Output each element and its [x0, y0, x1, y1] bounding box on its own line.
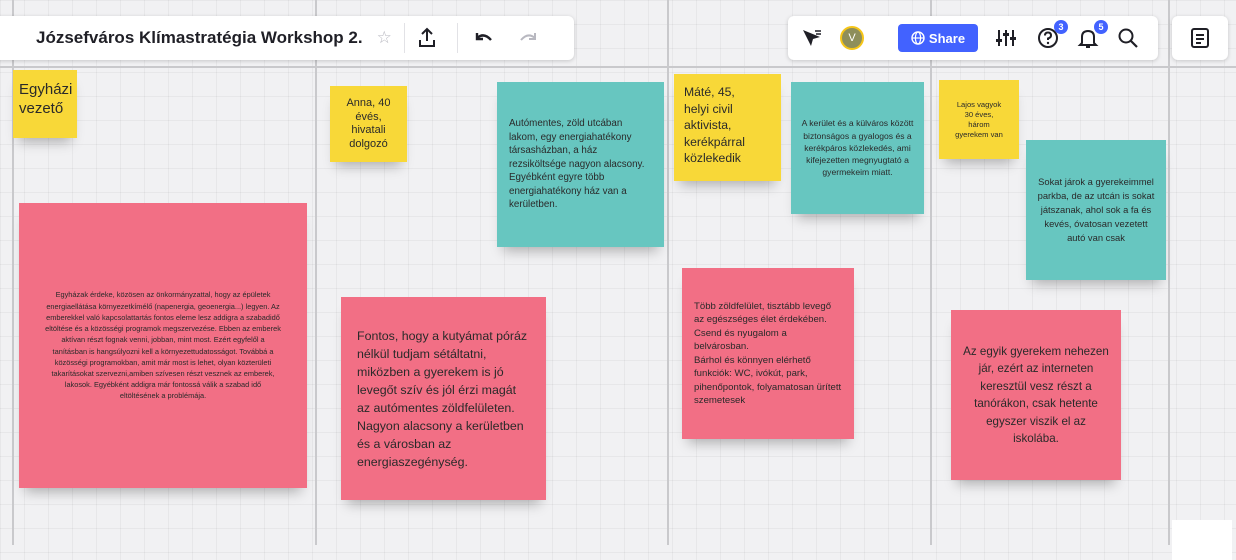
help-badge: 3: [1054, 20, 1068, 34]
sticky-note-anna[interactable]: Anna, 40 évés, hivatali dolgozó: [330, 86, 407, 162]
sticky-note-churches-text: Egyházak érdeke, közösen az önkormányzat…: [45, 290, 281, 401]
sticky-note-anna-text: Anna, 40 évés, hivatali dolgozó: [346, 97, 391, 150]
frame-divider-5: [1168, 0, 1170, 545]
sticky-note-church-leader[interactable]: Egyházi vezető: [13, 70, 77, 138]
board-title[interactable]: Józsefváros Klímastratégia Workshop 2.: [36, 28, 363, 48]
star-icon[interactable]: ☆: [377, 28, 392, 48]
sticky-note-lajos-text: Lajos vagyok 30 éves, három gyerekem van: [955, 99, 1003, 139]
sticky-note-churches[interactable]: Egyházak érdeke, közösen az önkormányzat…: [19, 203, 307, 488]
toolbar-separator: [456, 23, 458, 53]
sticky-note-car-free-text: Autómentes, zöld utcában lakom, egy ener…: [509, 117, 645, 211]
sticky-note-mate[interactable]: Máté, 45, helyi civil aktivista, kerékpá…: [674, 74, 781, 181]
search-icon[interactable]: [1116, 26, 1140, 50]
frame-top-border: [0, 66, 1236, 68]
help-icon[interactable]: 3: [1036, 20, 1068, 50]
sticky-note-child-school[interactable]: Az egyik gyerekem nehezen jár, ezért az …: [951, 310, 1121, 480]
user-avatar[interactable]: V: [840, 26, 864, 50]
right-panel-edge: [1172, 520, 1232, 560]
sticky-note-park-text: Sokat járok a gyerekeimmel parkba, de az…: [1037, 176, 1155, 243]
sticky-note-car-free[interactable]: Autómentes, zöld utcában lakom, egy ener…: [497, 82, 664, 247]
redo-icon[interactable]: [506, 16, 550, 60]
share-label: Share: [928, 30, 966, 46]
board-header-toolbar: Józsefváros Klímastratégia Workshop 2. ☆: [0, 16, 574, 60]
settings-sliders-icon[interactable]: [994, 28, 1018, 48]
sticky-note-park[interactable]: Sokat járok a gyerekeimmel parkba, de az…: [1026, 140, 1166, 280]
sticky-note-lajos[interactable]: Lajos vagyok 30 éves, három gyerekem van: [939, 80, 1019, 159]
sticky-note-greenery-text: Több zöldfelület, tisztább levegő az egé…: [694, 300, 842, 407]
frame-divider-3: [667, 0, 669, 545]
sticky-note-safe-transport-text: A kerület és a külváros között biztonság…: [801, 118, 914, 178]
document-icon: [1191, 28, 1209, 48]
reactions-cursor-icon[interactable]: [800, 27, 824, 49]
collaboration-toolbar: V Share 3 5: [788, 16, 1158, 60]
export-icon[interactable]: [405, 16, 449, 60]
sticky-note-greenery[interactable]: Több zöldfelület, tisztább levegő az egé…: [682, 268, 854, 439]
sticky-note-child-school-text: Az egyik gyerekem nehezen jár, ezért az …: [963, 344, 1109, 446]
sticky-note-dog[interactable]: Fontos, hogy a kutyámat póráz nélkül tud…: [341, 297, 546, 500]
globe-icon: [911, 31, 925, 45]
frame-divider-4: [930, 0, 932, 545]
frame-divider-2: [315, 0, 317, 545]
sticky-note-safe-transport[interactable]: A kerület és a külváros között biztonság…: [791, 82, 924, 214]
undo-icon[interactable]: [462, 16, 506, 60]
notifications-badge: 5: [1094, 20, 1108, 34]
notifications-bell-icon[interactable]: 5: [1076, 20, 1108, 50]
sticky-note-dog-text: Fontos, hogy a kutyámat póráz nélkül tud…: [357, 328, 528, 469]
notes-panel-button[interactable]: [1172, 16, 1228, 60]
share-button[interactable]: Share: [898, 24, 978, 52]
